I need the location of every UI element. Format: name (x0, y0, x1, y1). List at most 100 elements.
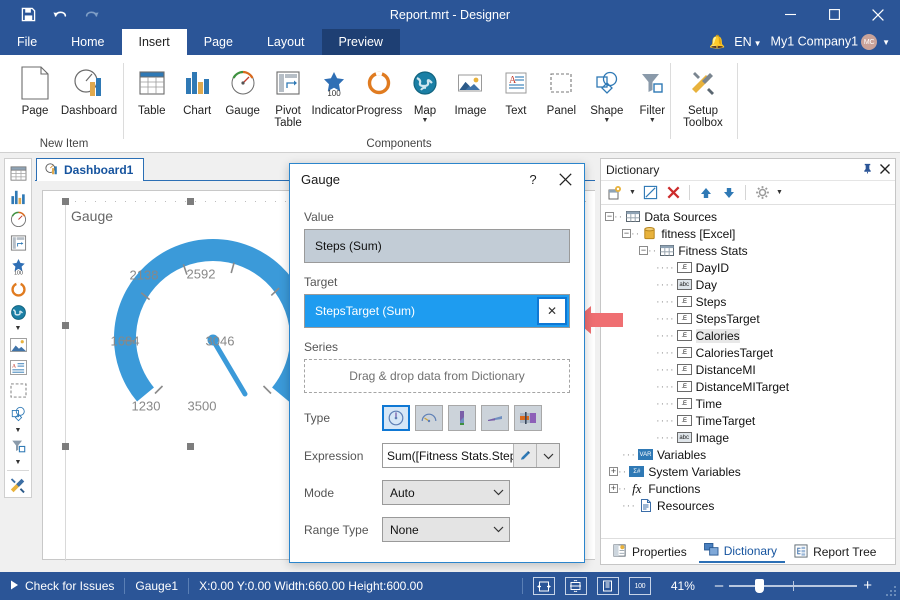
resize-handle-top-left[interactable] (62, 198, 69, 205)
tree-node-fitness[interactable]: − ·· fitness [Excel] (605, 225, 895, 242)
help-button[interactable]: ? (520, 168, 546, 190)
dictionary-tree[interactable]: − ·· Data Sources − ·· fitness [Excel] −… (601, 205, 895, 527)
dialog-close-button[interactable] (552, 168, 578, 190)
view-pages-multiple-icon[interactable] (565, 577, 587, 595)
user-menu[interactable]: My1 Company1MC▼ (771, 34, 890, 50)
resize-handle-middle-left[interactable] (62, 322, 69, 329)
zoom-thumb[interactable] (755, 579, 764, 593)
ribbon-button-image[interactable]: Image (448, 59, 493, 131)
tree-node-caloriestarget[interactable]: ···· .E CaloriesTarget (605, 344, 895, 361)
tree-node-dayid[interactable]: ···· .E DayID (605, 259, 895, 276)
ribbon-button-panel[interactable]: Panel (539, 59, 584, 131)
toolbox-item-text[interactable]: A (6, 356, 30, 379)
chevron-down-icon[interactable]: ▼ (603, 117, 610, 125)
pin-icon[interactable] (862, 163, 873, 177)
toolbox-item-setup[interactable] (6, 474, 30, 497)
tab-preview[interactable]: Preview (322, 29, 400, 55)
move-up-icon[interactable] (696, 183, 716, 203)
target-clear-button[interactable]: ✕ (537, 297, 567, 325)
resize-handle-bottom-left[interactable] (62, 443, 69, 450)
redo-icon[interactable] (82, 5, 102, 25)
ribbon-button-progress[interactable]: Progress (356, 59, 402, 131)
mode-select[interactable]: Auto (382, 480, 510, 505)
tree-node-distancemi[interactable]: ···· .E DistanceMI (605, 361, 895, 378)
toolbox-item-progress[interactable] (6, 278, 30, 301)
tree-node-timetarget[interactable]: ···· .E TimeTarget (605, 412, 895, 429)
ribbon-button-dashboard[interactable]: Dashboard (62, 59, 116, 131)
target-dropzone[interactable]: StepsTarget (Sum) ✕ (304, 294, 570, 328)
expander-icon[interactable]: − (605, 212, 614, 221)
ribbon-button-pivot-table[interactable]: Pivot Table (265, 59, 310, 131)
type-full-circular-gauge[interactable] (382, 405, 410, 431)
delete-icon[interactable] (663, 183, 683, 203)
toolbox-item-filter[interactable] (6, 435, 30, 458)
tree-node-fitness-stats[interactable]: − ·· Fitness Stats (605, 242, 895, 259)
ribbon-button-table[interactable]: Table (129, 59, 174, 131)
view-zoom-100-icon[interactable]: 100 (629, 577, 651, 595)
toolbox-item-panel[interactable] (6, 379, 30, 402)
gauge-dialog[interactable]: Gauge ? Value Steps (Sum) Target StepsTa… (289, 163, 585, 563)
tab-home[interactable]: Home (54, 29, 121, 55)
zoom-slider[interactable]: – + (715, 580, 872, 592)
bell-icon[interactable]: 🔔 (709, 34, 725, 50)
tab-report-tree[interactable]: Report Tree (789, 541, 884, 563)
new-item-dropdown-caret[interactable]: ▼ (628, 189, 637, 196)
maximize-button[interactable] (812, 0, 856, 29)
toolbox-item-gauge[interactable] (6, 208, 30, 231)
zoom-out-button[interactable]: – (715, 581, 723, 591)
tab-page[interactable]: Page (187, 29, 250, 55)
view-single-page-icon[interactable] (597, 577, 619, 595)
ribbon-button-indicator[interactable]: 100 Indicator (311, 59, 356, 131)
toolbox-item-image[interactable] (6, 333, 30, 356)
type-horizontal-linear-gauge[interactable] (481, 405, 509, 431)
series-dropzone[interactable]: Drag & drop data from Dictionary (304, 359, 570, 393)
chevron-down-icon[interactable]: ▼ (649, 117, 656, 125)
toolbox-item-shape[interactable] (6, 403, 30, 426)
tree-node-distancemitarget[interactable]: ···· .E DistanceMITarget (605, 378, 895, 395)
undo-icon[interactable] (50, 5, 70, 25)
ribbon-button-map[interactable]: Map ▼ (402, 59, 447, 131)
check-for-issues-button[interactable]: Check for Issues (0, 572, 124, 600)
settings-dropdown-caret[interactable]: ▼ (775, 189, 784, 196)
tree-node-variables[interactable]: ··· VAR Variables (605, 446, 895, 463)
tree-node-steps[interactable]: ···· .E Steps (605, 293, 895, 310)
minimize-button[interactable] (768, 0, 812, 29)
toolbox-item-chart[interactable] (6, 185, 30, 208)
value-dropzone[interactable]: Steps (Sum) (304, 229, 570, 263)
ribbon-button-shape[interactable]: Shape ▼ (584, 59, 629, 131)
tree-node-data-sources[interactable]: − ·· Data Sources (605, 208, 895, 225)
settings-gear-icon[interactable] (752, 183, 772, 203)
document-tab-dashboard1[interactable]: Dashboard1 (36, 158, 144, 181)
chevron-down-icon[interactable]: ▼ (15, 426, 22, 435)
tree-node-calories[interactable]: ···· .E Calories (605, 327, 895, 344)
tab-dictionary[interactable]: Dictionary (699, 540, 785, 563)
tab-properties[interactable]: Properties (607, 540, 695, 563)
ribbon-button-filter[interactable]: Filter ▼ (630, 59, 675, 131)
close-button[interactable] (856, 0, 900, 29)
tree-node-stepstarget[interactable]: ···· .E StepsTarget (605, 310, 895, 327)
new-item-icon[interactable] (605, 183, 625, 203)
tree-node-day[interactable]: ···· abc Day (605, 276, 895, 293)
pencil-icon[interactable] (513, 444, 536, 467)
expression-input[interactable]: Sum([Fitness Stats.StepsT (382, 443, 560, 468)
range-type-select[interactable]: None (382, 517, 510, 542)
tree-node-image[interactable]: ···· abc Image (605, 429, 895, 446)
tree-node-resources[interactable]: ··· Resources (605, 497, 895, 514)
ribbon-button-text[interactable]: A Text (493, 59, 538, 131)
save-icon[interactable] (18, 5, 38, 25)
zoom-track[interactable] (729, 585, 857, 587)
tab-file[interactable]: File (0, 29, 54, 55)
ribbon-button-setup-toolbox[interactable]: Setup Toolbox (676, 59, 730, 131)
expander-icon[interactable]: + (609, 484, 618, 493)
expander-icon[interactable]: + (609, 467, 618, 476)
chevron-down-icon[interactable]: ▼ (15, 458, 22, 467)
zoom-in-button[interactable]: + (863, 580, 872, 592)
chevron-down-icon[interactable] (536, 444, 559, 467)
chevron-down-icon[interactable]: ▼ (15, 324, 22, 333)
resize-grip-icon[interactable] (883, 583, 897, 597)
ribbon-button-gauge[interactable]: Gauge (220, 59, 265, 131)
chevron-down-icon[interactable]: ▼ (422, 117, 429, 125)
expander-icon[interactable]: − (622, 229, 631, 238)
resize-handle-top-center[interactable] (187, 198, 194, 205)
toolbox-item-indicator[interactable]: 100 (6, 255, 30, 278)
